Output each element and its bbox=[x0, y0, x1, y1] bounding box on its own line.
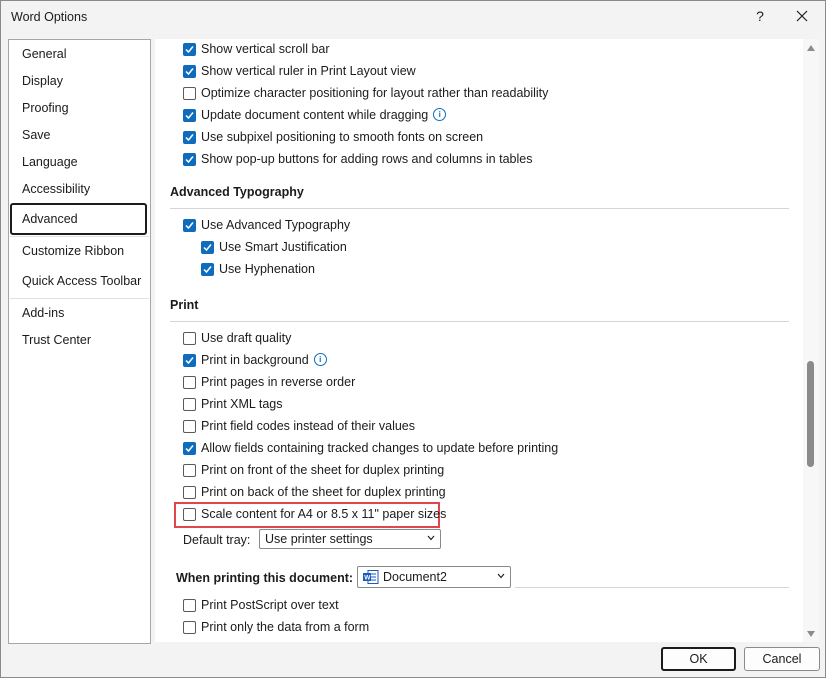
option-label: Print on front of the sheet for duplex p… bbox=[201, 463, 445, 477]
chevron-down-icon bbox=[427, 535, 435, 541]
checkbox[interactable] bbox=[183, 219, 196, 232]
advanced-options-panel: Show vertical scroll bar Show vertical r… bbox=[155, 39, 803, 642]
checkbox[interactable] bbox=[183, 486, 196, 499]
sidebar-item-quick-access-toolbar[interactable]: Quick Access Toolbar bbox=[22, 274, 141, 288]
document-select-dropdown[interactable]: W Document2 bbox=[357, 566, 511, 588]
option-label: Print XML tags bbox=[201, 397, 283, 411]
sidebar-divider bbox=[10, 298, 149, 299]
option-label: Use Smart Justification bbox=[219, 240, 347, 254]
option-label: Show vertical scroll bar bbox=[201, 42, 330, 56]
option-label: Use subpixel positioning to smooth fonts… bbox=[201, 130, 484, 144]
help-icon[interactable]: ? bbox=[749, 5, 771, 27]
checkbox[interactable] bbox=[183, 354, 196, 367]
checkbox[interactable] bbox=[183, 508, 196, 521]
category-sidebar: General Display Proofing Save Language A… bbox=[8, 39, 151, 644]
option-label: Print PostScript over text bbox=[201, 598, 339, 612]
scroll-up-icon[interactable] bbox=[807, 45, 815, 51]
scrollbar-thumb[interactable] bbox=[807, 361, 814, 467]
sidebar-item-language[interactable]: Language bbox=[22, 155, 78, 169]
checkbox[interactable] bbox=[201, 241, 214, 254]
info-icon[interactable]: i bbox=[313, 353, 327, 366]
sidebar-divider bbox=[10, 236, 149, 237]
when-printing-label: When printing this document: bbox=[176, 571, 354, 585]
sidebar-item-advanced[interactable]: Advanced bbox=[22, 212, 78, 226]
close-icon[interactable] bbox=[789, 5, 815, 27]
option-label: Use Advanced Typography bbox=[201, 218, 351, 232]
default-tray-dropdown[interactable]: Use printer settings bbox=[259, 529, 441, 549]
vertical-scrollbar[interactable] bbox=[803, 39, 819, 642]
sidebar-item-proofing[interactable]: Proofing bbox=[22, 101, 69, 115]
option-label: Show pop-up buttons for adding rows and … bbox=[201, 152, 533, 166]
option-label: Update document content while dragging bbox=[201, 108, 429, 122]
option-label: Print pages in reverse order bbox=[201, 375, 356, 389]
sidebar-item-display[interactable]: Display bbox=[22, 74, 63, 88]
option-label: Allow fields containing tracked changes … bbox=[201, 441, 559, 455]
option-label: Print only the data from a form bbox=[201, 620, 370, 634]
title-bar: Word Options ? bbox=[1, 1, 825, 33]
default-tray-value: Use printer settings bbox=[265, 532, 373, 546]
option-label: Optimize character positioning for layou… bbox=[201, 86, 549, 100]
sidebar-item-add-ins[interactable]: Add-ins bbox=[22, 306, 64, 320]
cancel-button[interactable]: Cancel bbox=[744, 647, 820, 671]
ok-button[interactable]: OK bbox=[661, 647, 736, 671]
checkbox[interactable] bbox=[183, 599, 196, 612]
sidebar-item-customize-ribbon[interactable]: Customize Ribbon bbox=[22, 244, 124, 258]
word-options-dialog: Word Options ? General Display Proofing … bbox=[0, 0, 826, 678]
checkbox[interactable] bbox=[183, 420, 196, 433]
section-divider bbox=[515, 587, 789, 588]
checkbox[interactable] bbox=[183, 376, 196, 389]
checkbox[interactable] bbox=[183, 65, 196, 78]
option-label: Scale content for A4 or 8.5 x 11" paper … bbox=[201, 507, 447, 521]
option-label: Print in background bbox=[201, 353, 309, 367]
checkbox[interactable] bbox=[183, 131, 196, 144]
sidebar-item-trust-center[interactable]: Trust Center bbox=[22, 333, 91, 347]
scroll-down-icon[interactable] bbox=[807, 631, 815, 637]
option-label: Show vertical ruler in Print Layout view bbox=[201, 64, 416, 78]
checkbox[interactable] bbox=[183, 87, 196, 100]
checkbox[interactable] bbox=[183, 153, 196, 166]
checkbox[interactable] bbox=[183, 332, 196, 345]
checkbox[interactable] bbox=[183, 109, 196, 122]
print-heading: Print bbox=[170, 298, 199, 312]
checkbox[interactable] bbox=[183, 398, 196, 411]
section-divider bbox=[170, 321, 789, 322]
option-label: Use Hyphenation bbox=[219, 262, 315, 276]
document-select-value: Document2 bbox=[383, 570, 447, 584]
sidebar-item-general[interactable]: General bbox=[22, 47, 66, 61]
advanced-typography-heading: Advanced Typography bbox=[170, 185, 304, 199]
info-icon[interactable]: i bbox=[433, 108, 447, 121]
option-label: Use draft quality bbox=[201, 331, 292, 345]
checkbox[interactable] bbox=[201, 263, 214, 276]
chevron-down-icon bbox=[497, 573, 505, 579]
window-title: Word Options bbox=[11, 10, 88, 24]
checkbox[interactable] bbox=[183, 43, 196, 56]
checkbox[interactable] bbox=[183, 621, 196, 634]
checkbox[interactable] bbox=[183, 464, 196, 477]
default-tray-label: Default tray: bbox=[183, 533, 251, 547]
svg-text:W: W bbox=[364, 575, 371, 582]
word-document-icon: W bbox=[363, 570, 379, 584]
sidebar-item-accessibility[interactable]: Accessibility bbox=[22, 182, 90, 196]
section-divider bbox=[170, 208, 789, 209]
option-label: Print on back of the sheet for duplex pr… bbox=[201, 485, 446, 499]
sidebar-item-save[interactable]: Save bbox=[22, 128, 51, 142]
option-label: Print field codes instead of their value… bbox=[201, 419, 416, 433]
checkbox[interactable] bbox=[183, 442, 196, 455]
